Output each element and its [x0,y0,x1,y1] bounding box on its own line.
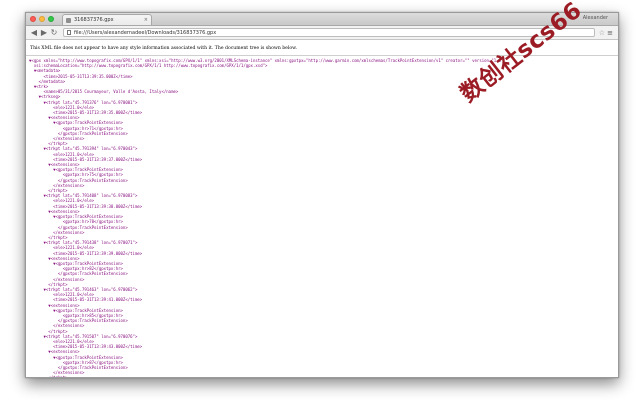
xml-tree: ▼<gpx xmlns="http://www.topografix.com/G… [26,56,618,377]
file-icon [66,17,71,23]
tab-close-icon[interactable]: × [144,17,148,23]
minimize-window-button[interactable] [39,16,45,22]
back-icon[interactable]: ◀ [29,28,39,38]
tab-active[interactable]: 316837376.gpx × [62,14,152,25]
forward-icon[interactable]: ▶ [39,28,49,38]
close-window-button[interactable] [30,16,36,22]
browser-window: 316837376.gpx × Alexander ◀ ▶ ↻ file:///… [25,12,619,378]
page-icon [67,30,71,35]
tab-title: 316837376.gpx [74,17,114,23]
reload-icon[interactable]: ↻ [49,28,59,38]
menu-icon[interactable]: ≡ [605,28,615,38]
window-controls [30,16,54,22]
page-content: This XML file does not appear to have an… [26,41,618,377]
xml-line: </trkpt> [29,375,618,377]
zoom-window-button[interactable] [48,16,54,22]
url-text[interactable]: file:///Users/alexandernadeel/Downloads/… [74,30,216,36]
